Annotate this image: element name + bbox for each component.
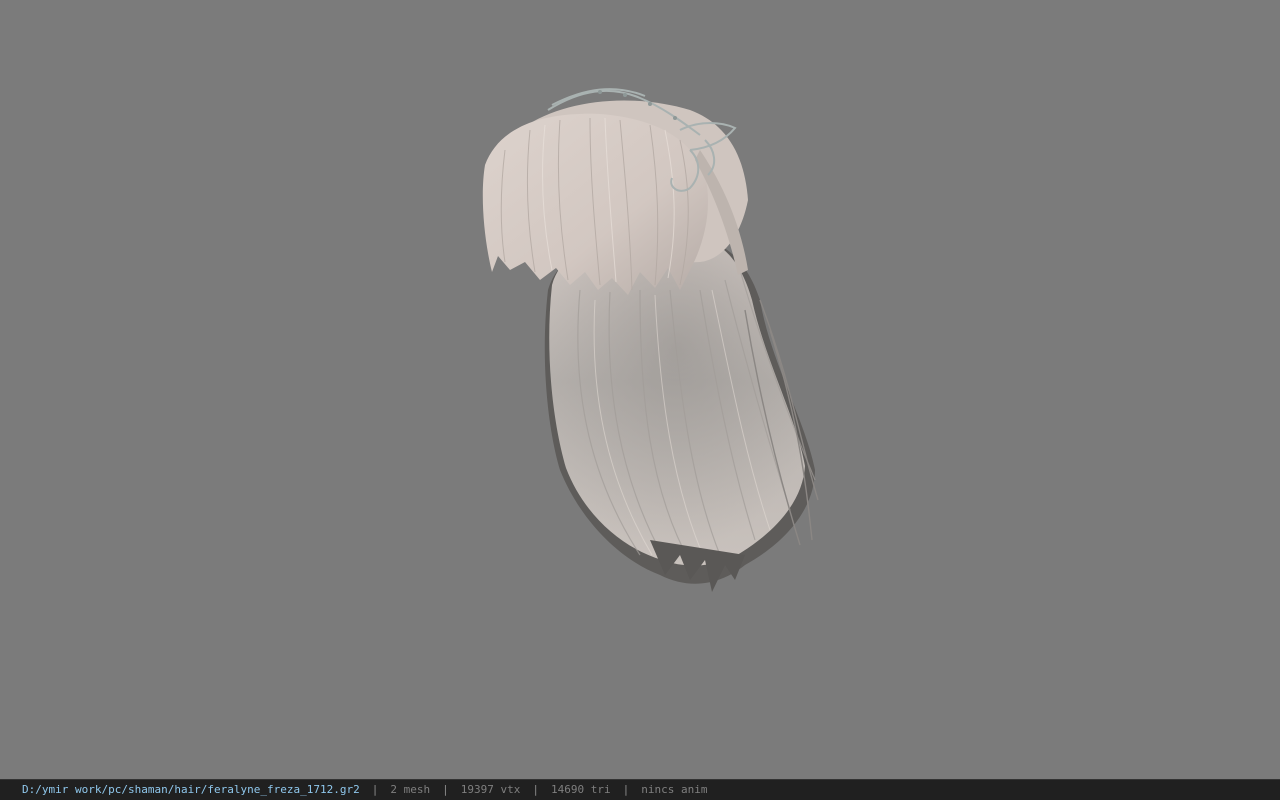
file-path-label: D:/ymir work/pc/shaman/hair/feralyne_fre… xyxy=(22,783,360,796)
3d-viewport[interactable] xyxy=(0,0,1280,779)
status-separator: | xyxy=(371,783,379,796)
status-separator: | xyxy=(532,783,539,796)
triangle-count-label: 14690 tri xyxy=(551,783,611,796)
hair-mesh-icon xyxy=(482,88,819,592)
status-separator: | xyxy=(622,783,630,796)
vertex-count-label: 19397 vtx xyxy=(460,783,521,796)
status-bar: D:/ymir work/pc/shaman/hair/feralyne_fre… xyxy=(0,779,1280,800)
animation-status-label: nincs anim xyxy=(641,783,708,796)
mesh-count-label: 2 mesh xyxy=(390,783,431,796)
status-separator: | xyxy=(442,783,449,796)
